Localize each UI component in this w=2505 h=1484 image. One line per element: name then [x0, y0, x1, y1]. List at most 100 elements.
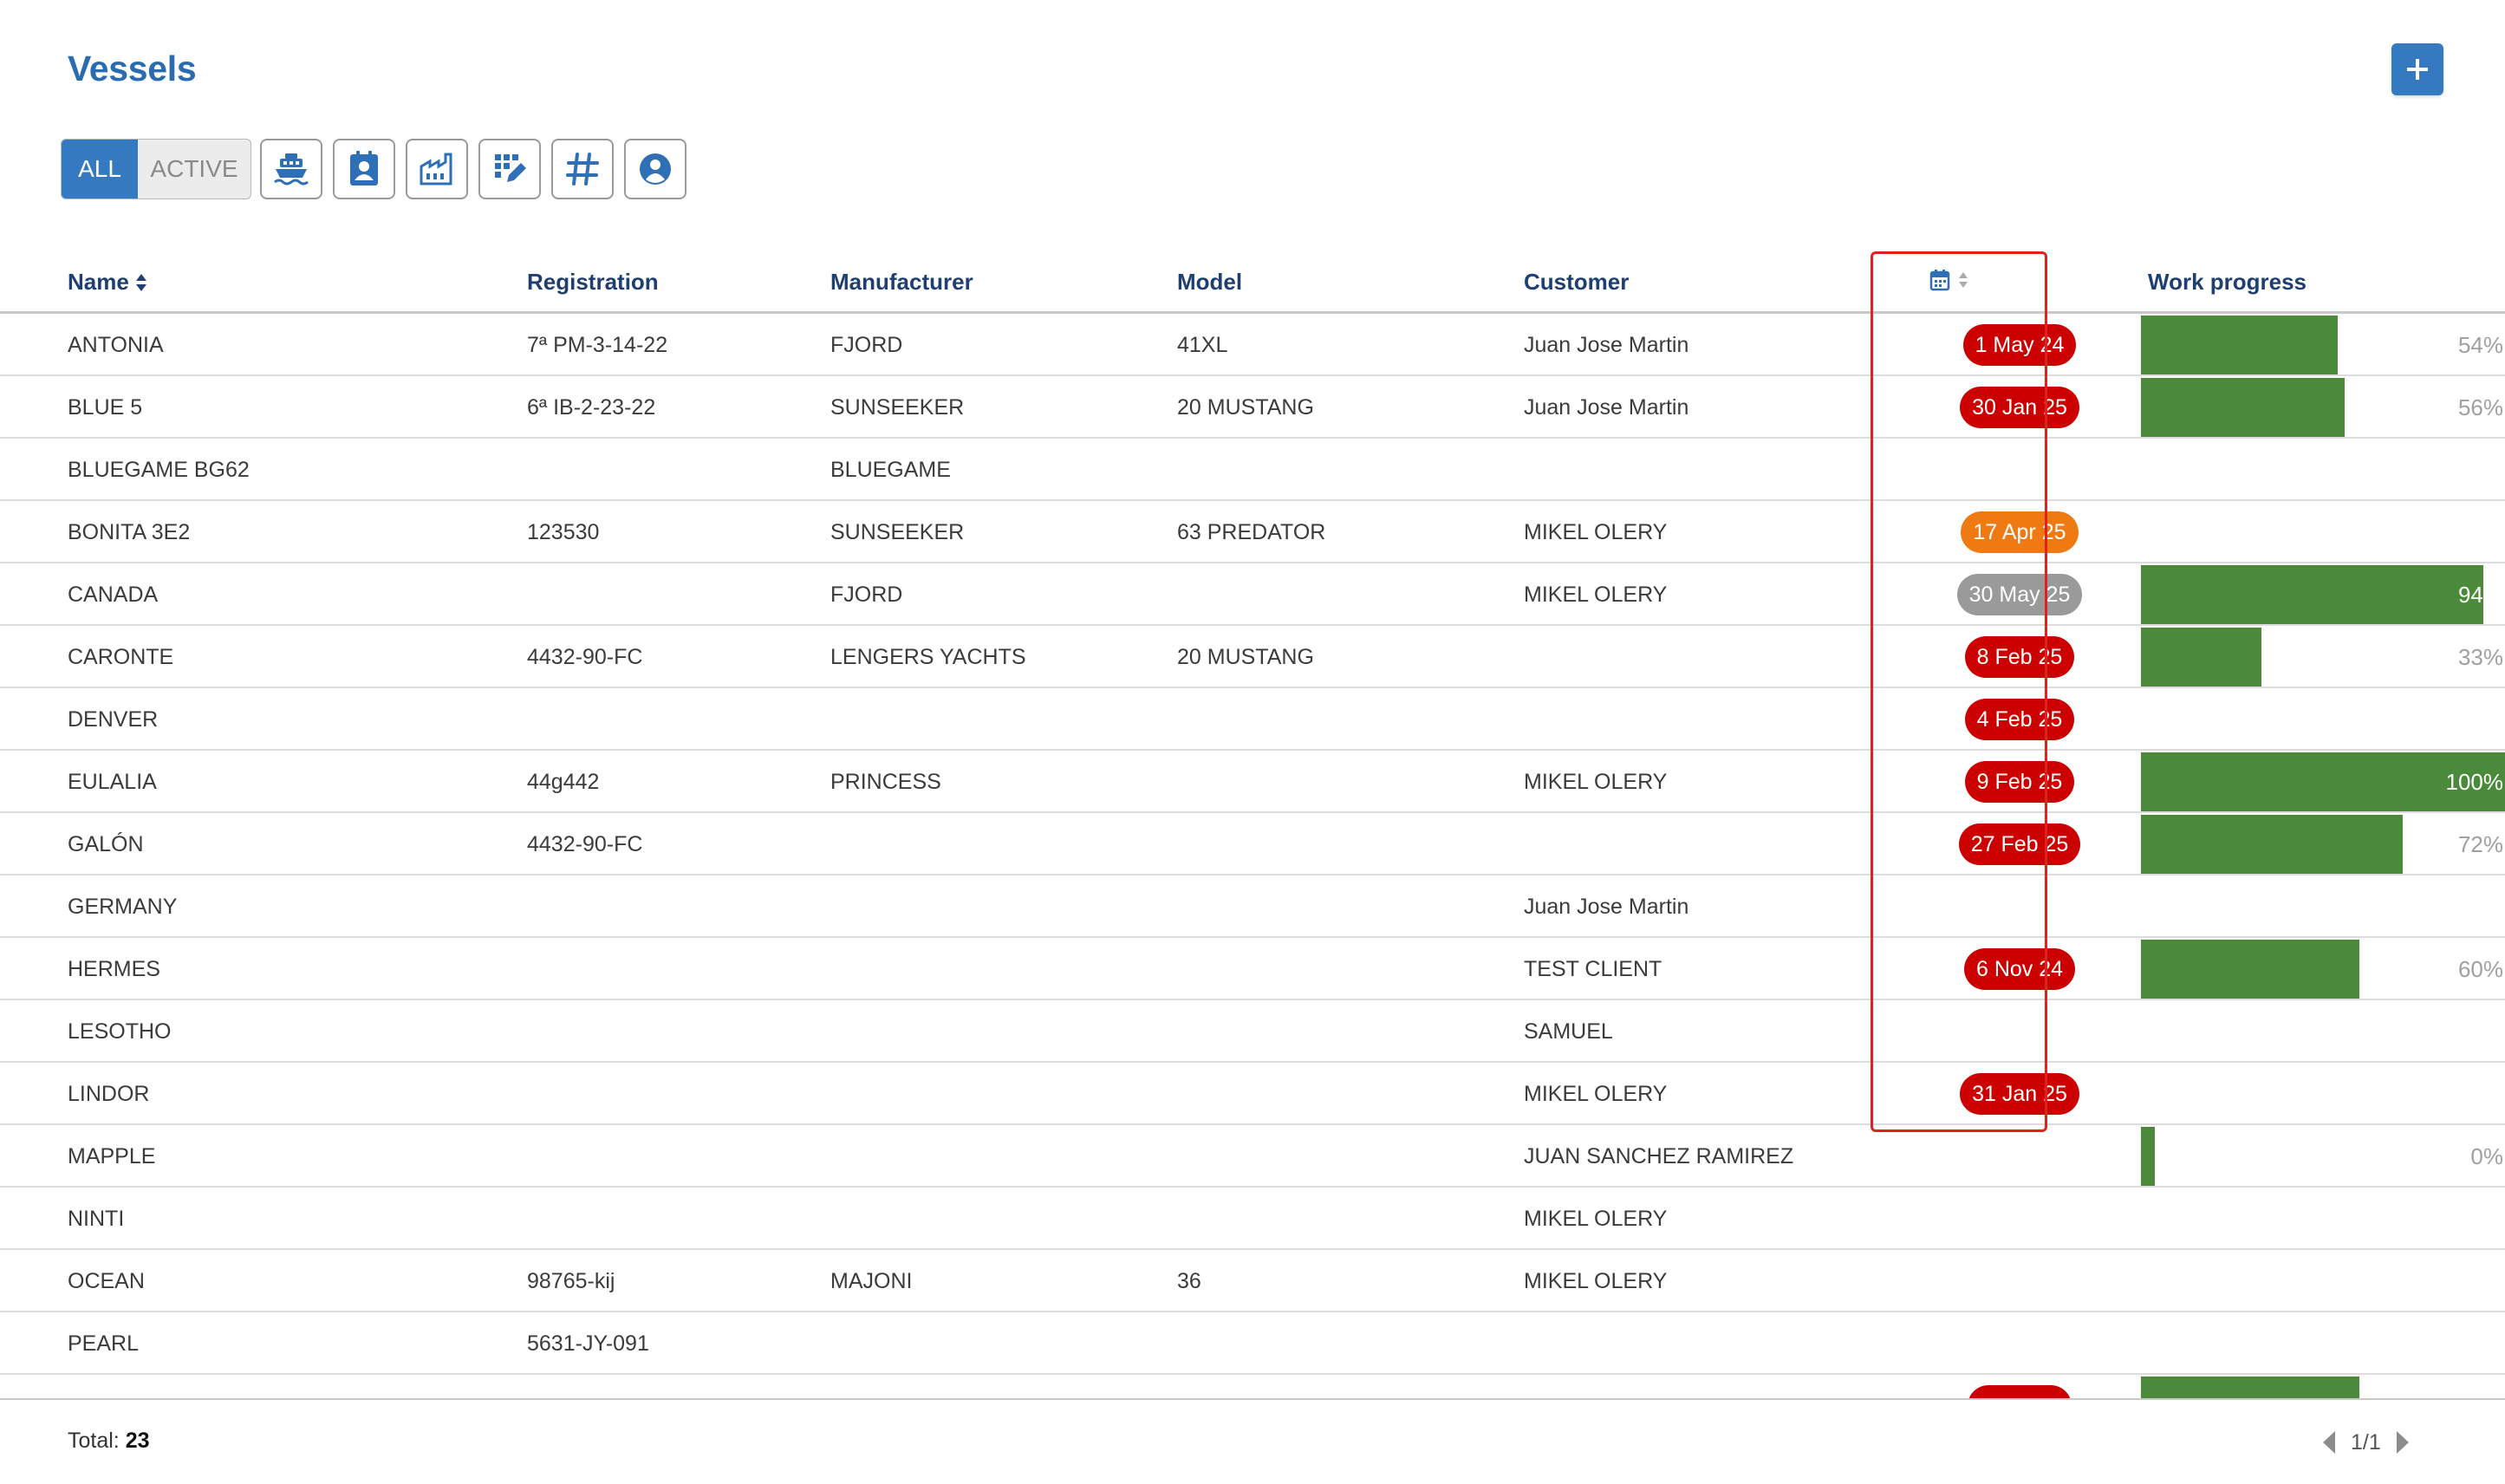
table-row[interactable]: GERMANY Juan Jose Martin — [0, 875, 2505, 938]
table-row[interactable]: OCEAN 98765-kij MAJONI 36 MIKEL OLERY — [0, 1250, 2505, 1312]
column-header-name[interactable]: Name — [68, 269, 148, 296]
table-row[interactable]: DENVER 4 Feb 25 — [0, 688, 2505, 751]
date-badge: 1 May 24 — [1962, 324, 2077, 366]
column-header-registration[interactable]: Registration — [527, 269, 659, 296]
vessels-table: Name Registration Manufacturer Model Cus… — [0, 253, 2505, 1437]
cell-name: CARONTE — [68, 644, 174, 669]
column-header-model[interactable]: Model — [1177, 269, 1242, 296]
table-row[interactable]: LESOTHO SAMUEL — [0, 1000, 2505, 1063]
contact-card-icon — [350, 151, 378, 186]
cell-manufacturer: FJORD — [830, 582, 903, 607]
next-page-icon[interactable] — [2396, 1431, 2409, 1454]
page-indicator: 1/1 — [2351, 1429, 2381, 1455]
table-row[interactable]: ANTONIA 7ª PM-3-14-22 FJORD 41XL Juan Jose M… — [0, 314, 2505, 376]
customer-filter-button[interactable] — [624, 139, 686, 199]
cell-name: BLUEGAME BG62 — [68, 457, 250, 482]
table-row[interactable]: BLUEGAME BG62 BLUEGAME — [0, 439, 2505, 501]
plus-icon — [2407, 59, 2428, 80]
table-row[interactable]: HERMES TEST CLIENT 6 Nov 24 60% — [0, 938, 2505, 1000]
cell-name: BLUE 5 — [68, 394, 143, 420]
cell-date: 9 Feb 25 — [1872, 751, 2167, 813]
cell-model: 20 MUSTANG — [1177, 644, 1314, 669]
user-circle-icon — [640, 153, 671, 185]
work-progress-bar: 100% — [2141, 752, 2505, 811]
table-row[interactable]: EULALIA 44g442 PRINCESS MIKEL OLERY 9 Feb 25… — [0, 751, 2505, 813]
cell-customer: TEST CLIENT — [1524, 956, 1662, 981]
model-filter-button[interactable] — [478, 139, 541, 199]
table-row[interactable]: CANADA FJORD MIKEL OLERY 30 May 25 94% — [0, 563, 2505, 626]
cell-manufacturer: MAJONI — [830, 1268, 913, 1293]
cell-name: DENVER — [68, 706, 159, 732]
cell-date: 27 Feb 25 — [1872, 813, 2167, 875]
vessels-page: Vessels ALL ACTIVE Name Registration Man… — [0, 0, 2505, 1484]
progress-label: 60% — [2457, 955, 2503, 982]
cell-date — [1872, 1250, 2167, 1312]
date-badge: 4 Feb 25 — [1964, 699, 2075, 740]
cell-customer: MIKEL OLERY — [1524, 1206, 1668, 1231]
date-badge: 17 Apr 25 — [1961, 511, 2079, 553]
cell-date — [1872, 1312, 2167, 1375]
factory-filter-button[interactable] — [406, 139, 468, 199]
table-row[interactable]: MAPPLE JUAN SANCHEZ RAMIREZ 0% — [0, 1125, 2505, 1188]
progress-fill — [2141, 565, 2483, 624]
cell-date: 4 Feb 25 — [1872, 688, 2167, 751]
work-progress-bar: 33% — [2141, 628, 2505, 687]
cell-registration: 4432-90-FC — [527, 831, 643, 856]
cell-name: GERMANY — [68, 894, 178, 919]
vessel-filter-button[interactable] — [260, 139, 322, 199]
table-row[interactable]: GALÓN 4432-90-FC 27 Feb 25 72% — [0, 813, 2505, 875]
cell-registration: 4432-90-FC — [527, 644, 643, 669]
progress-fill — [2141, 940, 2359, 999]
filter-all-button[interactable]: ALL — [62, 140, 138, 199]
date-badge: 8 Feb 25 — [1964, 636, 2075, 678]
ship-icon — [274, 153, 309, 186]
registration-filter-button[interactable] — [551, 139, 614, 199]
filter-active-button[interactable]: ACTIVE — [138, 140, 250, 199]
cell-name: NINTI — [68, 1206, 125, 1231]
table-row[interactable]: BONITA 3E2 123530 SUNSEEKER 63 PREDATOR MIKE… — [0, 501, 2505, 563]
cell-date — [1872, 1125, 2167, 1188]
table-row[interactable]: LINDOR MIKEL OLERY 31 Jan 25 — [0, 1063, 2505, 1125]
table-row[interactable]: NINTI MIKEL OLERY — [0, 1188, 2505, 1250]
cell-name: BONITA 3E2 — [68, 519, 191, 544]
progress-label: 72% — [2457, 830, 2503, 857]
cell-customer: MIKEL OLERY — [1524, 519, 1668, 544]
cell-name: OCEAN — [68, 1268, 145, 1293]
add-vessel-button[interactable] — [2391, 43, 2443, 95]
table-row[interactable]: CARONTE 4432-90-FC LENGERS YACHTS 20 MUSTAN… — [0, 626, 2505, 688]
hash-icon — [566, 153, 599, 186]
table-row[interactable]: BLUE 5 6ª IB-2-23-22 SUNSEEKER 20 MUSTANG Ju… — [0, 376, 2505, 439]
cell-customer: Juan Jose Martin — [1524, 394, 1689, 420]
cell-customer: MIKEL OLERY — [1524, 1081, 1668, 1106]
factory-icon — [420, 153, 452, 186]
cell-date: 30 May 25 — [1872, 563, 2167, 626]
progress-label: 54% — [2457, 331, 2503, 358]
column-header-manufacturer[interactable]: Manufacturer — [830, 269, 973, 296]
cell-manufacturer: SUNSEEKER — [830, 394, 965, 420]
progress-fill — [2141, 316, 2338, 374]
progress-label: 0% — [2470, 1142, 2503, 1169]
total-count: Total: 23 — [68, 1429, 150, 1453]
cell-name: PEARL — [68, 1331, 139, 1356]
column-header-work-progress[interactable]: Work progress — [2148, 269, 2307, 296]
cell-customer: JUAN SANCHEZ RAMIREZ — [1524, 1143, 1794, 1168]
progress-label: 56% — [2457, 394, 2503, 420]
date-badge: 6 Nov 24 — [1963, 948, 2076, 990]
cell-date — [1872, 1000, 2167, 1063]
column-header-customer[interactable]: Customer — [1524, 269, 1629, 296]
sort-icon — [135, 273, 146, 291]
cell-manufacturer: BLUEGAME — [830, 457, 951, 482]
contact-filter-button[interactable] — [333, 139, 395, 199]
work-progress-bar: 54% — [2141, 316, 2505, 374]
cell-registration: 44g442 — [527, 769, 600, 794]
previous-page-icon[interactable] — [2323, 1431, 2335, 1454]
cell-name: ANTONIA — [68, 332, 164, 357]
cell-date: 1 May 24 — [1872, 314, 2167, 376]
status-segmented-control: ALL ACTIVE — [61, 139, 251, 199]
work-progress-bar: 94% — [2141, 565, 2505, 624]
cell-model: 41XL — [1177, 332, 1228, 357]
column-header-date[interactable] — [1929, 269, 1969, 291]
grid-edit-icon — [495, 154, 526, 182]
work-progress-bar: 56% — [2141, 378, 2505, 437]
table-row[interactable]: PEARL 5631-JY-091 — [0, 1312, 2505, 1375]
